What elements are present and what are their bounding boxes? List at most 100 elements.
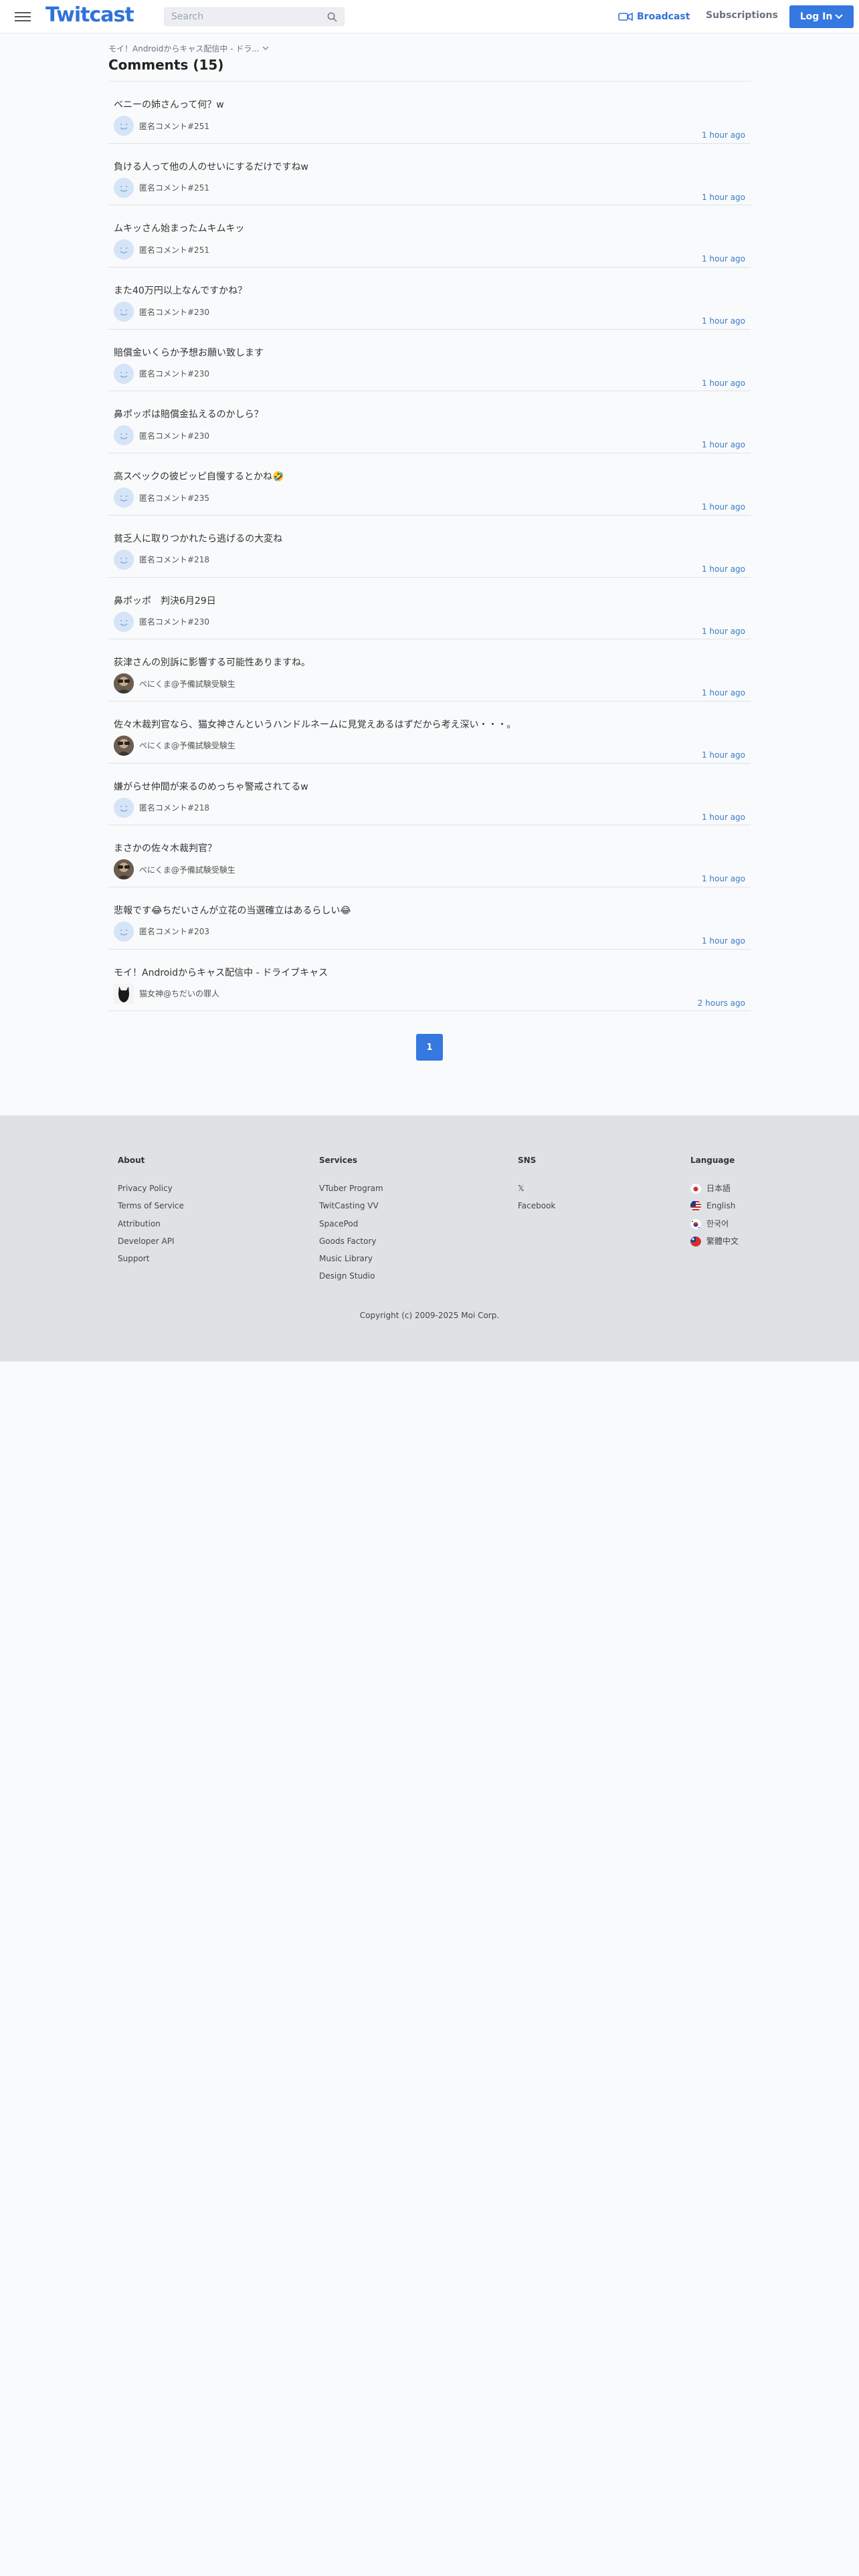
avatar[interactable] xyxy=(114,549,134,570)
comment-item: 荻津さんの別訴に影響する可能性ありますね。 ぺにくま@予備試験受験生 1 hour … xyxy=(108,639,751,702)
subscriptions-link[interactable]: Subscriptions xyxy=(706,10,778,21)
comment-author[interactable]: 匿名コメント#230 xyxy=(114,363,209,384)
user-name[interactable]: 匿名コメント#218 xyxy=(139,802,209,813)
page-button-current[interactable]: 1 xyxy=(416,1034,443,1061)
user-name[interactable]: 匿名コメント#230 xyxy=(139,368,209,379)
comment-text: 嫌がらせ仲間が来るのめっちゃ警戒されてるw xyxy=(114,781,308,792)
breadcrumb-movie-title[interactable]: モイ！Androidからキャス配信中 - ドラ... xyxy=(108,43,260,54)
avatar[interactable] xyxy=(114,673,134,694)
comment-author[interactable]: 匿名コメント#230 xyxy=(114,611,209,632)
comment-author[interactable]: ぺにくま@予備試験受験生 xyxy=(114,673,235,694)
user-name[interactable]: 匿名コメント#218 xyxy=(139,554,209,565)
comment-timestamp-link[interactable]: 1 hour ago xyxy=(702,502,745,512)
search-icon[interactable] xyxy=(327,12,337,22)
comment-item: 高スペックの彼ピッピ自慢するとかね🤣 匿名コメント#235 1 hour ago xyxy=(108,453,751,516)
footer-link-about[interactable]: Support xyxy=(118,1250,184,1267)
user-name[interactable]: ぺにくま@予備試験受験生 xyxy=(139,864,235,875)
user-name[interactable]: ぺにくま@予備試験受験生 xyxy=(139,740,235,751)
comment-timestamp-link[interactable]: 1 hour ago xyxy=(702,627,745,636)
user-name[interactable]: 匿名コメント#230 xyxy=(139,306,209,318)
user-name[interactable]: 匿名コメント#235 xyxy=(139,492,209,504)
language-option-jp[interactable]: 日本語 xyxy=(690,1180,739,1197)
comment-timestamp-link[interactable]: 1 hour ago xyxy=(702,379,745,388)
user-name[interactable]: 匿名コメント#203 xyxy=(139,926,209,937)
twitcast-logo[interactable]: Twitcast xyxy=(45,3,134,27)
footer-link-services[interactable]: TwitCasting VV xyxy=(319,1197,383,1214)
avatar[interactable] xyxy=(114,921,134,942)
user-name[interactable]: 匿名コメント#251 xyxy=(139,120,209,132)
comment-timestamp-link[interactable]: 2 hours ago xyxy=(698,998,745,1008)
comment-author[interactable]: 匿名コメント#251 xyxy=(114,239,209,260)
comment-author[interactable]: 匿名コメント#251 xyxy=(114,177,209,198)
user-name[interactable]: 匿名コメント#251 xyxy=(139,244,209,255)
comment-author[interactable]: ぺにくま@予備試験受験生 xyxy=(114,859,235,880)
avatar[interactable] xyxy=(114,239,134,260)
language-option-us[interactable]: English xyxy=(690,1197,739,1214)
comment-timestamp-link[interactable]: 1 hour ago xyxy=(702,936,745,946)
hamburger-menu-icon[interactable] xyxy=(15,9,31,23)
user-name[interactable]: ぺにくま@予備試験受験生 xyxy=(139,678,235,689)
avatar[interactable] xyxy=(114,425,134,446)
language-option-tw[interactable]: 繁體中文 xyxy=(690,1232,739,1250)
avatar[interactable] xyxy=(114,735,134,756)
footer-link-about[interactable]: Developer API xyxy=(118,1232,184,1250)
comment-author[interactable]: 匿名コメント#203 xyxy=(114,921,209,942)
footer-link-services[interactable]: SpacePod xyxy=(319,1215,383,1232)
comment-item: 貧乏人に取りつかれたら逃げるの大変ね匿名コメント#218 1 hour ago xyxy=(108,516,751,578)
comment-item: 負ける人って他の人のせいにするだけですねw 匿名コメント#251 1 hour ag… xyxy=(108,144,751,206)
comment-timestamp-link[interactable]: 1 hour ago xyxy=(702,688,745,697)
comment-author[interactable]: 匿名コメント#218 xyxy=(114,797,209,818)
comment-author[interactable]: 匿名コメント#230 xyxy=(114,302,209,322)
avatar[interactable] xyxy=(114,611,134,632)
footer-link-about[interactable]: Attribution xyxy=(118,1215,184,1232)
language-label: English xyxy=(706,1201,736,1211)
user-name[interactable]: 猫女神@ちだいの罪人 xyxy=(139,988,219,999)
comment-timestamp-link[interactable]: 1 hour ago xyxy=(702,813,745,822)
footer-link-services[interactable]: Music Library xyxy=(319,1250,383,1267)
avatar[interactable] xyxy=(114,302,134,322)
comment-item: また40万円以上なんですかね？ 匿名コメント#230 1 hour ago xyxy=(108,267,751,330)
footer-link-services[interactable]: Design Studio xyxy=(319,1267,383,1285)
comment-author[interactable]: 猫女神@ちだいの罪人 xyxy=(114,983,219,1004)
footer-link-sns[interactable]: Facebook xyxy=(518,1197,555,1214)
avatar[interactable] xyxy=(114,363,134,384)
comment-timestamp-link[interactable]: 1 hour ago xyxy=(702,750,745,760)
comment-text: ベニーの姉さんって何？w xyxy=(114,100,224,110)
comment-timestamp-link[interactable]: 1 hour ago xyxy=(702,316,745,326)
footer-link-about[interactable]: Terms of Service xyxy=(118,1197,184,1214)
avatar[interactable] xyxy=(114,797,134,818)
user-name[interactable]: 匿名コメント#230 xyxy=(139,616,209,627)
avatar[interactable] xyxy=(114,488,134,508)
language-option-kr[interactable]: 한국어 xyxy=(690,1215,739,1232)
footer-link-about[interactable]: Privacy Policy xyxy=(118,1180,184,1197)
avatar[interactable] xyxy=(114,983,134,1004)
comment-timestamp-link[interactable]: 1 hour ago xyxy=(702,440,745,449)
footer-link-services[interactable]: VTuber Program xyxy=(319,1180,383,1197)
login-button[interactable]: Log In xyxy=(789,5,854,28)
comment-author[interactable]: 匿名コメント#251 xyxy=(114,116,209,136)
comment-timestamp-link[interactable]: 1 hour ago xyxy=(702,874,745,883)
avatar[interactable] xyxy=(114,177,134,198)
comment-timestamp-link[interactable]: 1 hour ago xyxy=(702,564,745,574)
comment-timestamp-link[interactable]: 1 hour ago xyxy=(702,193,745,202)
footer-link-services[interactable]: Goods Factory xyxy=(319,1232,383,1250)
user-name[interactable]: 匿名コメント#251 xyxy=(139,182,209,193)
breadcrumb[interactable]: モイ！Androidからキャス配信中 - ドラ... xyxy=(108,43,751,53)
user-name[interactable]: 匿名コメント#230 xyxy=(139,430,209,441)
avatar[interactable] xyxy=(114,116,134,136)
comment-author[interactable]: 匿名コメント#230 xyxy=(114,425,209,446)
broadcast-button[interactable]: Broadcast xyxy=(618,9,690,25)
comment-author[interactable]: 匿名コメント#218 xyxy=(114,549,209,570)
footer-link-sns[interactable]: 𝕏 xyxy=(518,1180,555,1197)
page-title: Comments (15) xyxy=(108,57,224,73)
avatar[interactable] xyxy=(114,859,134,880)
comment-text: 貧乏人に取りつかれたら逃げるの大変ね xyxy=(114,533,283,544)
comment-timestamp-link[interactable]: 1 hour ago xyxy=(702,130,745,140)
comment-timestamp-link[interactable]: 1 hour ago xyxy=(702,254,745,263)
language-label: 日本語 xyxy=(706,1184,731,1193)
comment-item: 賠償金いくらか予想お願い致します 匿名コメント#230 1 hour ago xyxy=(108,330,751,392)
search-input[interactable] xyxy=(165,8,318,25)
comment-author[interactable]: 匿名コメント#235 xyxy=(114,488,209,508)
comment-author[interactable]: ぺにくま@予備試験受験生 xyxy=(114,735,235,756)
search-bar[interactable] xyxy=(164,7,345,26)
